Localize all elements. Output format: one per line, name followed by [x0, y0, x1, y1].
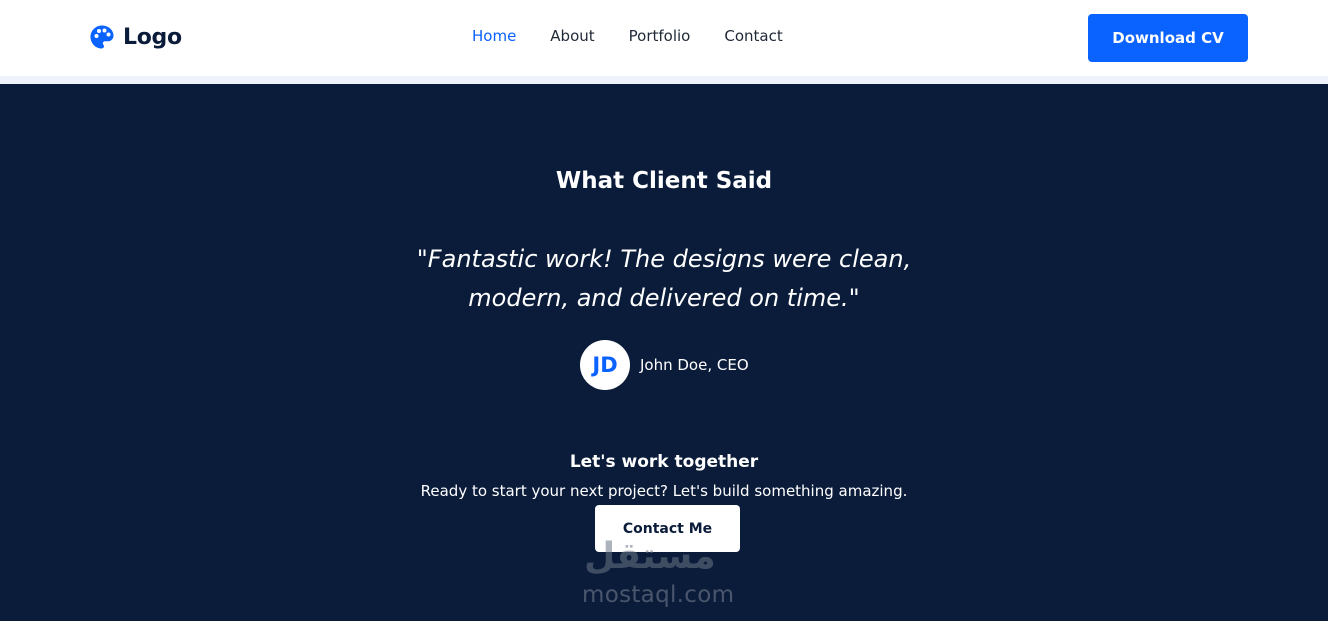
navbar-divider	[0, 76, 1328, 84]
cta-subtitle: Ready to start your next project? Let's …	[420, 482, 908, 500]
testimonial-quote: "Fantastic work! The designs were clean,…	[416, 245, 912, 312]
cta-title: Let's work together	[569, 452, 759, 472]
logo-text: Logo	[123, 24, 182, 50]
section-title: What Client Said	[555, 168, 773, 194]
nav-link-about[interactable]: About	[550, 27, 594, 45]
author-name: John Doe, CEO	[640, 356, 749, 374]
nav-link-contact[interactable]: Contact	[724, 27, 782, 45]
watermark-url: mostaql.com	[582, 582, 735, 608]
watermark-logo: مستقل mostaql.com	[580, 536, 750, 616]
watermark-arabic-text: مستقل	[584, 536, 716, 577]
top-navbar: Logo Home About Portfolio Contact Downlo…	[0, 0, 1328, 76]
logo[interactable]: Logo	[89, 24, 182, 50]
testimonial-author: JD John Doe, CEO	[580, 340, 749, 390]
testimonial-section: What Client Said "Fantastic work! The de…	[0, 84, 1328, 621]
download-cv-button[interactable]: Download CV	[1088, 14, 1248, 62]
palette-icon	[89, 24, 115, 50]
main-nav: Home About Portfolio Contact	[472, 27, 817, 45]
nav-link-portfolio[interactable]: Portfolio	[629, 27, 691, 45]
nav-link-home[interactable]: Home	[472, 27, 516, 45]
avatar: JD	[580, 340, 630, 390]
